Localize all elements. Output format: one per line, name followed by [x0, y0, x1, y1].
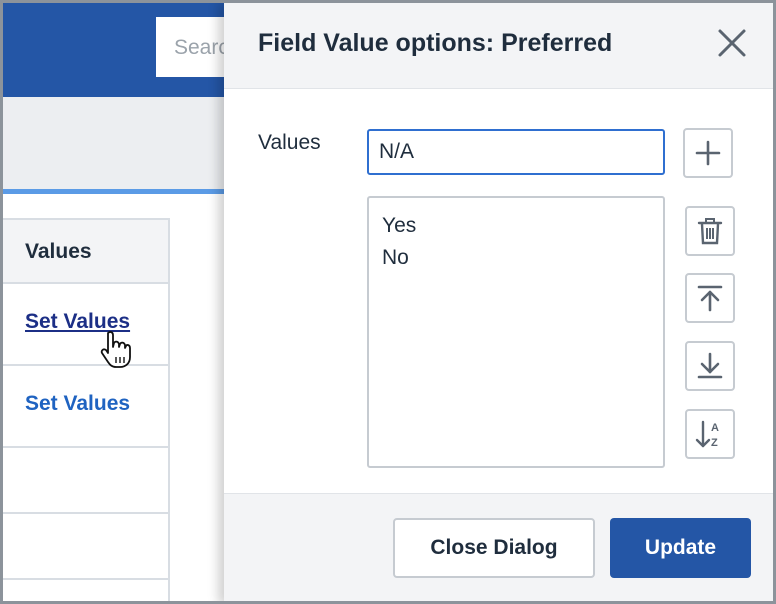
- table-row: Set Values: [3, 366, 168, 448]
- list-item[interactable]: No: [382, 242, 663, 274]
- sort-az-button[interactable]: A Z: [685, 409, 735, 459]
- table-header-values: Values: [3, 220, 168, 284]
- close-dialog-button[interactable]: Close Dialog: [393, 518, 595, 578]
- dialog-header: Field Value options: Preferred: [224, 3, 773, 89]
- set-values-link[interactable]: Set Values: [25, 392, 130, 415]
- field-value-options-dialog: Field Value options: Preferred Values Ye…: [224, 3, 773, 601]
- move-to-bottom-button[interactable]: [685, 341, 735, 391]
- value-input[interactable]: [367, 129, 665, 175]
- table-row: [3, 514, 168, 580]
- close-icon: [718, 29, 746, 57]
- close-button[interactable]: [714, 25, 750, 61]
- list-item[interactable]: Yes: [382, 210, 663, 242]
- dialog-footer: Close Dialog Update: [224, 493, 773, 601]
- hand-cursor-icon: [100, 331, 131, 368]
- update-button[interactable]: Update: [610, 518, 751, 578]
- move-to-top-button[interactable]: [685, 273, 735, 323]
- dialog-title: Field Value options: Preferred: [258, 29, 613, 57]
- plus-icon: [695, 140, 721, 166]
- move-to-bottom-icon: [697, 352, 723, 379]
- values-list[interactable]: Yes No: [367, 196, 665, 468]
- add-value-button[interactable]: [683, 128, 733, 178]
- svg-text:A: A: [711, 422, 719, 434]
- svg-text:Z: Z: [711, 437, 718, 449]
- delete-value-button[interactable]: [685, 206, 735, 256]
- table-row: Set Values: [3, 284, 168, 366]
- sort-az-icon: A Z: [695, 420, 719, 449]
- screen-frame: Search Values Set Values Set Values Fiel…: [0, 0, 776, 604]
- trash-icon: [697, 218, 723, 245]
- values-table: Values Set Values Set Values: [3, 218, 170, 601]
- table-row: [3, 448, 168, 514]
- move-to-top-icon: [697, 285, 723, 312]
- values-label: Values: [258, 131, 321, 154]
